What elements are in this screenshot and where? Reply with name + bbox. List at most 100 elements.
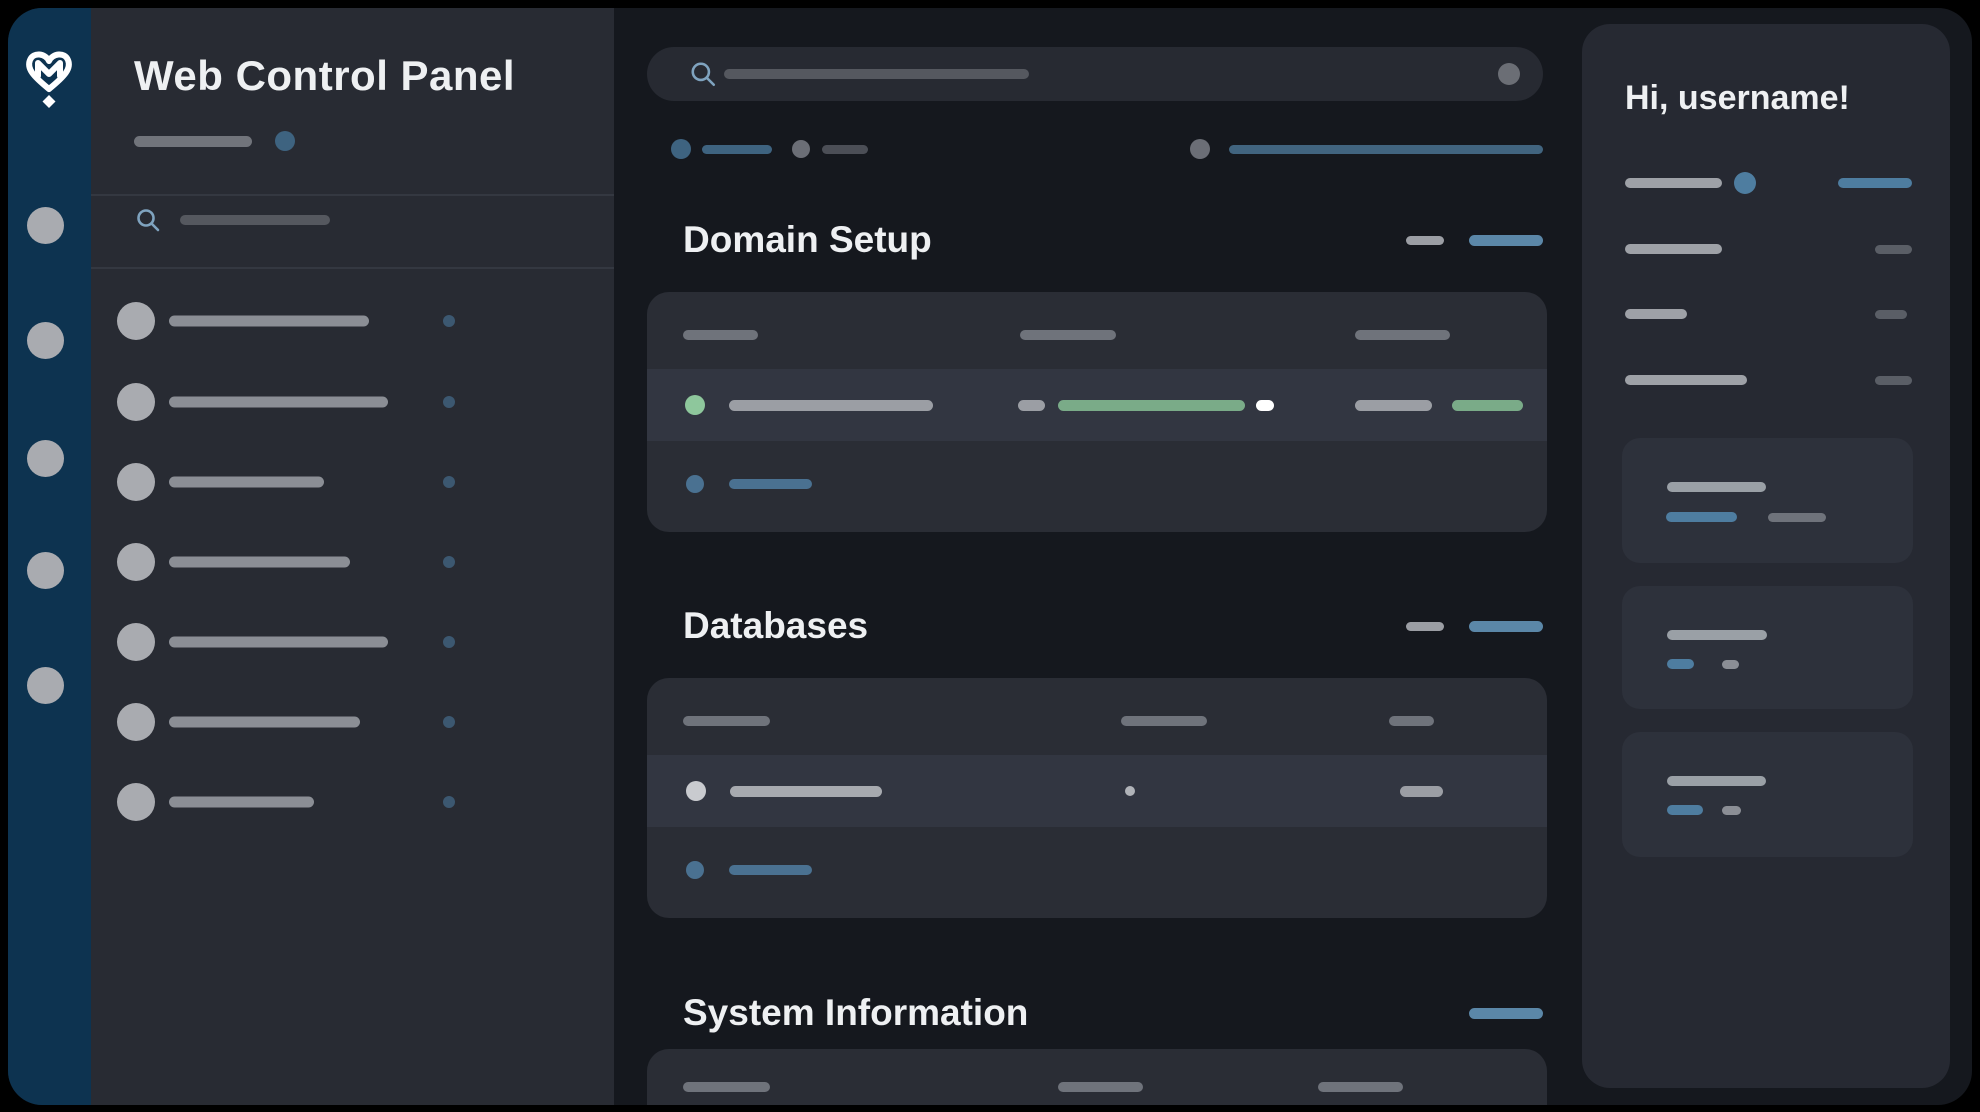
column-header-skeleton xyxy=(1389,716,1434,726)
stat-value-link-bar[interactable] xyxy=(1838,178,1912,188)
sidebar-item-label-skeleton xyxy=(169,557,350,568)
add-icon xyxy=(686,475,704,493)
sidebar-item-1[interactable] xyxy=(91,292,614,350)
rail-nav-icon-5[interactable] xyxy=(27,667,64,704)
card-title-skeleton-bar xyxy=(1667,482,1766,492)
sidebar-item-label-skeleton xyxy=(169,397,388,408)
stat-value-skeleton-bar xyxy=(1875,376,1912,385)
breadcrumb-item-active-bar[interactable] xyxy=(702,145,772,154)
databases-primary-action-pill[interactable] xyxy=(1469,621,1543,632)
card-meta-skeleton-bar xyxy=(1722,660,1739,669)
stat-value-skeleton-bar xyxy=(1875,245,1912,254)
sidebar-item-label-skeleton xyxy=(169,637,388,648)
domain-setup-table xyxy=(647,292,1547,532)
sidebar-item-5[interactable] xyxy=(91,613,614,671)
app-title: Web Control Panel xyxy=(134,52,515,100)
sidebar-subtitle-dot xyxy=(275,131,295,151)
sidebar-item-3[interactable] xyxy=(91,453,614,511)
stat-value-skeleton-bar xyxy=(1875,310,1907,319)
rail-nav-icon-2[interactable] xyxy=(27,322,64,359)
sidebar-item-icon xyxy=(117,783,155,821)
card-title-skeleton-bar xyxy=(1667,630,1767,640)
section-title-system-information: System Information xyxy=(683,992,1028,1034)
sidebar-item-badge-dot xyxy=(443,556,455,568)
brand-logo-icon xyxy=(22,48,76,128)
database-name-skeleton-bar xyxy=(730,786,882,797)
rail-nav-icon-3[interactable] xyxy=(27,440,64,477)
system-information-primary-action-pill[interactable] xyxy=(1469,1008,1543,1019)
domain-setup-primary-action-pill[interactable] xyxy=(1469,235,1543,246)
stat-label-skeleton-bar xyxy=(1625,375,1747,385)
databases-secondary-action-pill[interactable] xyxy=(1406,622,1444,631)
domain-table-row[interactable] xyxy=(647,369,1547,441)
breadcrumb-item-bar[interactable] xyxy=(822,145,868,154)
card-link-skeleton-bar xyxy=(1666,512,1737,522)
databases-table xyxy=(647,678,1547,918)
column-header-skeleton xyxy=(1020,330,1116,340)
add-link-skeleton-bar xyxy=(729,479,812,489)
sidebar-item-icon xyxy=(117,543,155,581)
sidebar-item-2[interactable] xyxy=(91,373,614,431)
value-skeleton-bar xyxy=(1355,400,1432,411)
stat-label-skeleton-bar xyxy=(1625,309,1687,319)
panel-card-1[interactable] xyxy=(1622,438,1913,563)
section-title-databases: Databases xyxy=(683,605,868,647)
filter-progress-bar xyxy=(1229,145,1543,154)
domain-setup-secondary-action-pill[interactable] xyxy=(1406,236,1444,245)
sidebar: Web Control Panel xyxy=(91,8,614,1105)
search-clear-icon[interactable] xyxy=(1498,63,1520,85)
app-window: Web Control Panel xyxy=(8,8,1972,1105)
domain-name-skeleton-bar xyxy=(729,400,933,411)
sidebar-item-badge-dot xyxy=(443,636,455,648)
sidebar-item-badge-dot xyxy=(443,315,455,327)
sidebar-item-label-skeleton xyxy=(169,797,314,808)
sidebar-item-icon xyxy=(117,703,155,741)
sidebar-item-icon xyxy=(117,302,155,340)
icon-rail xyxy=(8,8,91,1105)
column-header-skeleton xyxy=(683,1082,770,1092)
sidebar-search[interactable] xyxy=(91,196,614,268)
sidebar-item-badge-dot xyxy=(443,476,455,488)
sidebar-item-icon xyxy=(117,623,155,661)
sidebar-item-label-skeleton xyxy=(169,316,369,327)
value-skeleton-dot xyxy=(1125,786,1135,796)
sidebar-search-placeholder-bar xyxy=(180,215,330,225)
sidebar-item-4[interactable] xyxy=(91,533,614,591)
database-table-row[interactable] xyxy=(647,755,1547,827)
domain-add-new-link[interactable] xyxy=(647,464,1547,520)
breadcrumb-item-active-dot[interactable] xyxy=(671,139,691,159)
rail-nav-icon-4[interactable] xyxy=(27,552,64,589)
sidebar-subtitle-skeleton-bar xyxy=(134,136,252,147)
ssl-status-skeleton-bar xyxy=(1058,400,1245,411)
value-skeleton-bar xyxy=(1400,786,1443,797)
card-meta-skeleton-bar xyxy=(1722,806,1741,815)
add-link-skeleton-bar xyxy=(729,865,812,875)
filter-toggle-dot[interactable] xyxy=(1190,139,1210,159)
main-search-placeholder-bar xyxy=(724,69,1029,79)
column-header-skeleton xyxy=(1355,330,1450,340)
column-header-skeleton xyxy=(683,330,758,340)
sidebar-item-badge-dot xyxy=(443,716,455,728)
sidebar-item-icon xyxy=(117,463,155,501)
sidebar-item-label-skeleton xyxy=(169,477,324,488)
sidebar-item-badge-dot xyxy=(443,796,455,808)
rail-nav-icon-1[interactable] xyxy=(27,207,64,244)
breadcrumb-item-dot[interactable] xyxy=(792,140,810,158)
user-greeting: Hi, username! xyxy=(1625,79,1850,118)
database-add-new-link[interactable] xyxy=(647,850,1547,906)
column-header-skeleton xyxy=(1318,1082,1403,1092)
sidebar-item-icon xyxy=(117,383,155,421)
value-skeleton-pill xyxy=(1018,400,1045,411)
stat-label-skeleton-bar xyxy=(1625,178,1722,188)
search-icon xyxy=(689,60,717,88)
database-status-dot xyxy=(686,781,706,801)
panel-card-3[interactable] xyxy=(1622,732,1913,857)
main-search-input[interactable] xyxy=(647,47,1543,101)
sidebar-item-label-skeleton xyxy=(169,717,360,728)
sidebar-item-7[interactable] xyxy=(91,773,614,831)
status-active-dot xyxy=(685,395,705,415)
sidebar-item-6[interactable] xyxy=(91,693,614,751)
section-title-domain-setup: Domain Setup xyxy=(683,219,932,261)
panel-card-2[interactable] xyxy=(1622,586,1913,709)
system-information-table xyxy=(647,1049,1547,1105)
